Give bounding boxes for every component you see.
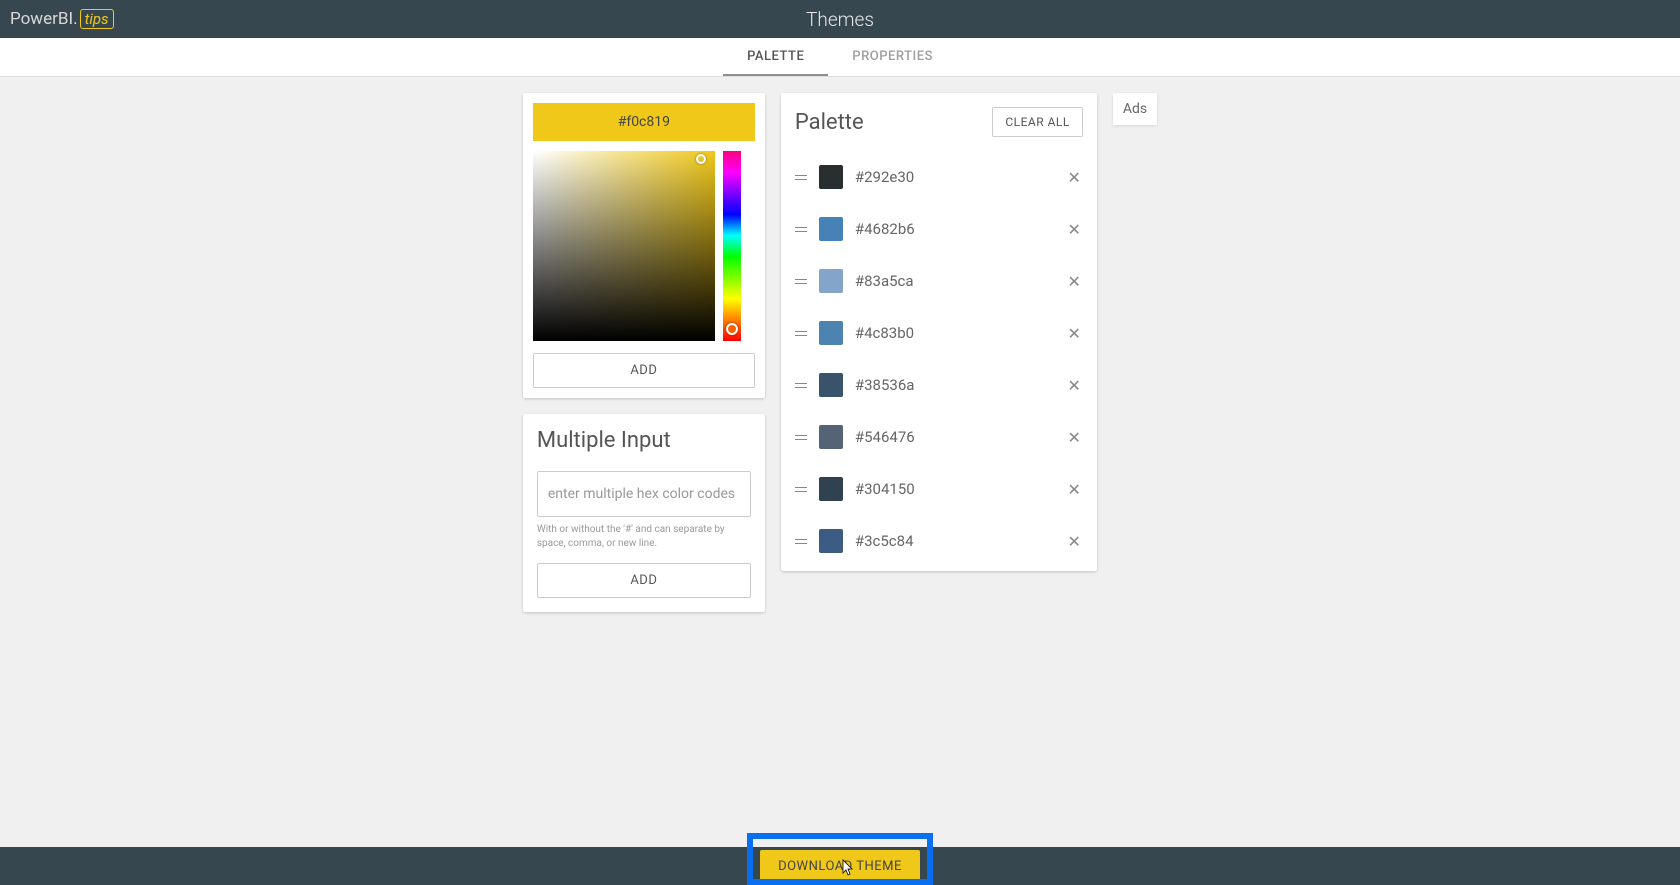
hex-label: #4c83b0 <box>855 324 1054 342</box>
color-swatch <box>819 477 843 501</box>
palette-row: #546476 ✕ <box>793 411 1085 463</box>
remove-color-button[interactable]: ✕ <box>1065 530 1082 553</box>
saturation-panel[interactable] <box>533 151 715 341</box>
download-theme-button[interactable]: DOWNLOAD THEME <box>760 850 920 883</box>
multiple-input-title: Multiple Input <box>537 428 751 453</box>
content-area: #f0c819 ADD Multiple Input With or witho… <box>0 77 1680 628</box>
remove-color-button[interactable]: ✕ <box>1065 426 1082 449</box>
tab-properties[interactable]: PROPERTIES <box>828 38 957 76</box>
palette-row: #83a5ca ✕ <box>793 255 1085 307</box>
remove-color-button[interactable]: ✕ <box>1065 166 1082 189</box>
multiple-input-helper: With or without the '#' and can separate… <box>537 523 751 551</box>
bottom-bar: DOWNLOAD THEME <box>0 847 1680 885</box>
multiple-input-card: Multiple Input With or without the '#' a… <box>523 414 765 612</box>
clear-all-button[interactable]: CLEAR ALL <box>992 107 1083 137</box>
palette-row: #304150 ✕ <box>793 463 1085 515</box>
palette-card: Palette CLEAR ALL #292e30✕#4682b6✕#83a5c… <box>781 93 1097 571</box>
logo-prefix: PowerBI. <box>10 9 78 29</box>
color-swatch <box>819 217 843 241</box>
palette-title: Palette <box>795 110 864 135</box>
ads-box: Ads <box>1113 93 1157 125</box>
color-swatch <box>819 373 843 397</box>
color-swatch <box>819 165 843 189</box>
add-multiple-button[interactable]: ADD <box>537 563 751 598</box>
multiple-hex-input[interactable] <box>537 471 751 517</box>
palette-list: #292e30 ✕ #4682b6 ✕ #83a5ca ✕ #4c83b0 ✕ #38536a ✕… <box>793 151 1085 567</box>
color-swatch <box>819 425 843 449</box>
hex-label: #292e30 <box>855 168 1054 186</box>
picker-body <box>533 151 755 341</box>
logo[interactable]: PowerBI.tips <box>10 9 114 29</box>
hex-label: #38536a <box>855 376 1054 394</box>
drag-handle-icon[interactable] <box>795 435 807 440</box>
drag-handle-icon[interactable] <box>795 279 807 284</box>
hex-label: #304150 <box>855 480 1054 498</box>
add-color-button[interactable]: ADD <box>533 353 755 388</box>
palette-row: #4682b6 ✕ <box>793 203 1085 255</box>
color-picker-card: #f0c819 ADD <box>523 93 765 398</box>
top-bar: PowerBI.tips Themes <box>0 0 1680 38</box>
color-swatch <box>819 529 843 553</box>
palette-row: #4c83b0 ✕ <box>793 307 1085 359</box>
remove-color-button[interactable]: ✕ <box>1065 322 1082 345</box>
page-title: Themes <box>806 8 874 31</box>
drag-handle-icon[interactable] <box>795 487 807 492</box>
current-hex-display: #f0c819 <box>533 103 755 141</box>
drag-handle-icon[interactable] <box>795 227 807 232</box>
remove-color-button[interactable]: ✕ <box>1065 478 1082 501</box>
hex-label: #83a5ca <box>855 272 1054 290</box>
hue-handle[interactable] <box>726 323 738 335</box>
color-swatch <box>819 321 843 345</box>
hex-label: #4682b6 <box>855 220 1054 238</box>
palette-row: #292e30 ✕ <box>793 151 1085 203</box>
saturation-handle[interactable] <box>696 154 706 164</box>
drag-handle-icon[interactable] <box>795 175 807 180</box>
palette-row: #38536a ✕ <box>793 359 1085 411</box>
tabs-bar: PALETTE PROPERTIES <box>0 38 1680 77</box>
color-swatch <box>819 269 843 293</box>
drag-handle-icon[interactable] <box>795 331 807 336</box>
palette-row: #3c5c84 ✕ <box>793 515 1085 567</box>
logo-suffix: tips <box>80 9 114 29</box>
hex-label: #546476 <box>855 428 1054 446</box>
tab-palette[interactable]: PALETTE <box>723 38 828 76</box>
hue-slider[interactable] <box>723 151 741 341</box>
drag-handle-icon[interactable] <box>795 383 807 388</box>
left-column: #f0c819 ADD Multiple Input With or witho… <box>523 93 765 612</box>
palette-header: Palette CLEAR ALL <box>793 103 1085 137</box>
remove-color-button[interactable]: ✕ <box>1065 374 1082 397</box>
remove-color-button[interactable]: ✕ <box>1065 218 1082 241</box>
hex-label: #3c5c84 <box>855 532 1054 550</box>
drag-handle-icon[interactable] <box>795 539 807 544</box>
remove-color-button[interactable]: ✕ <box>1065 270 1082 293</box>
